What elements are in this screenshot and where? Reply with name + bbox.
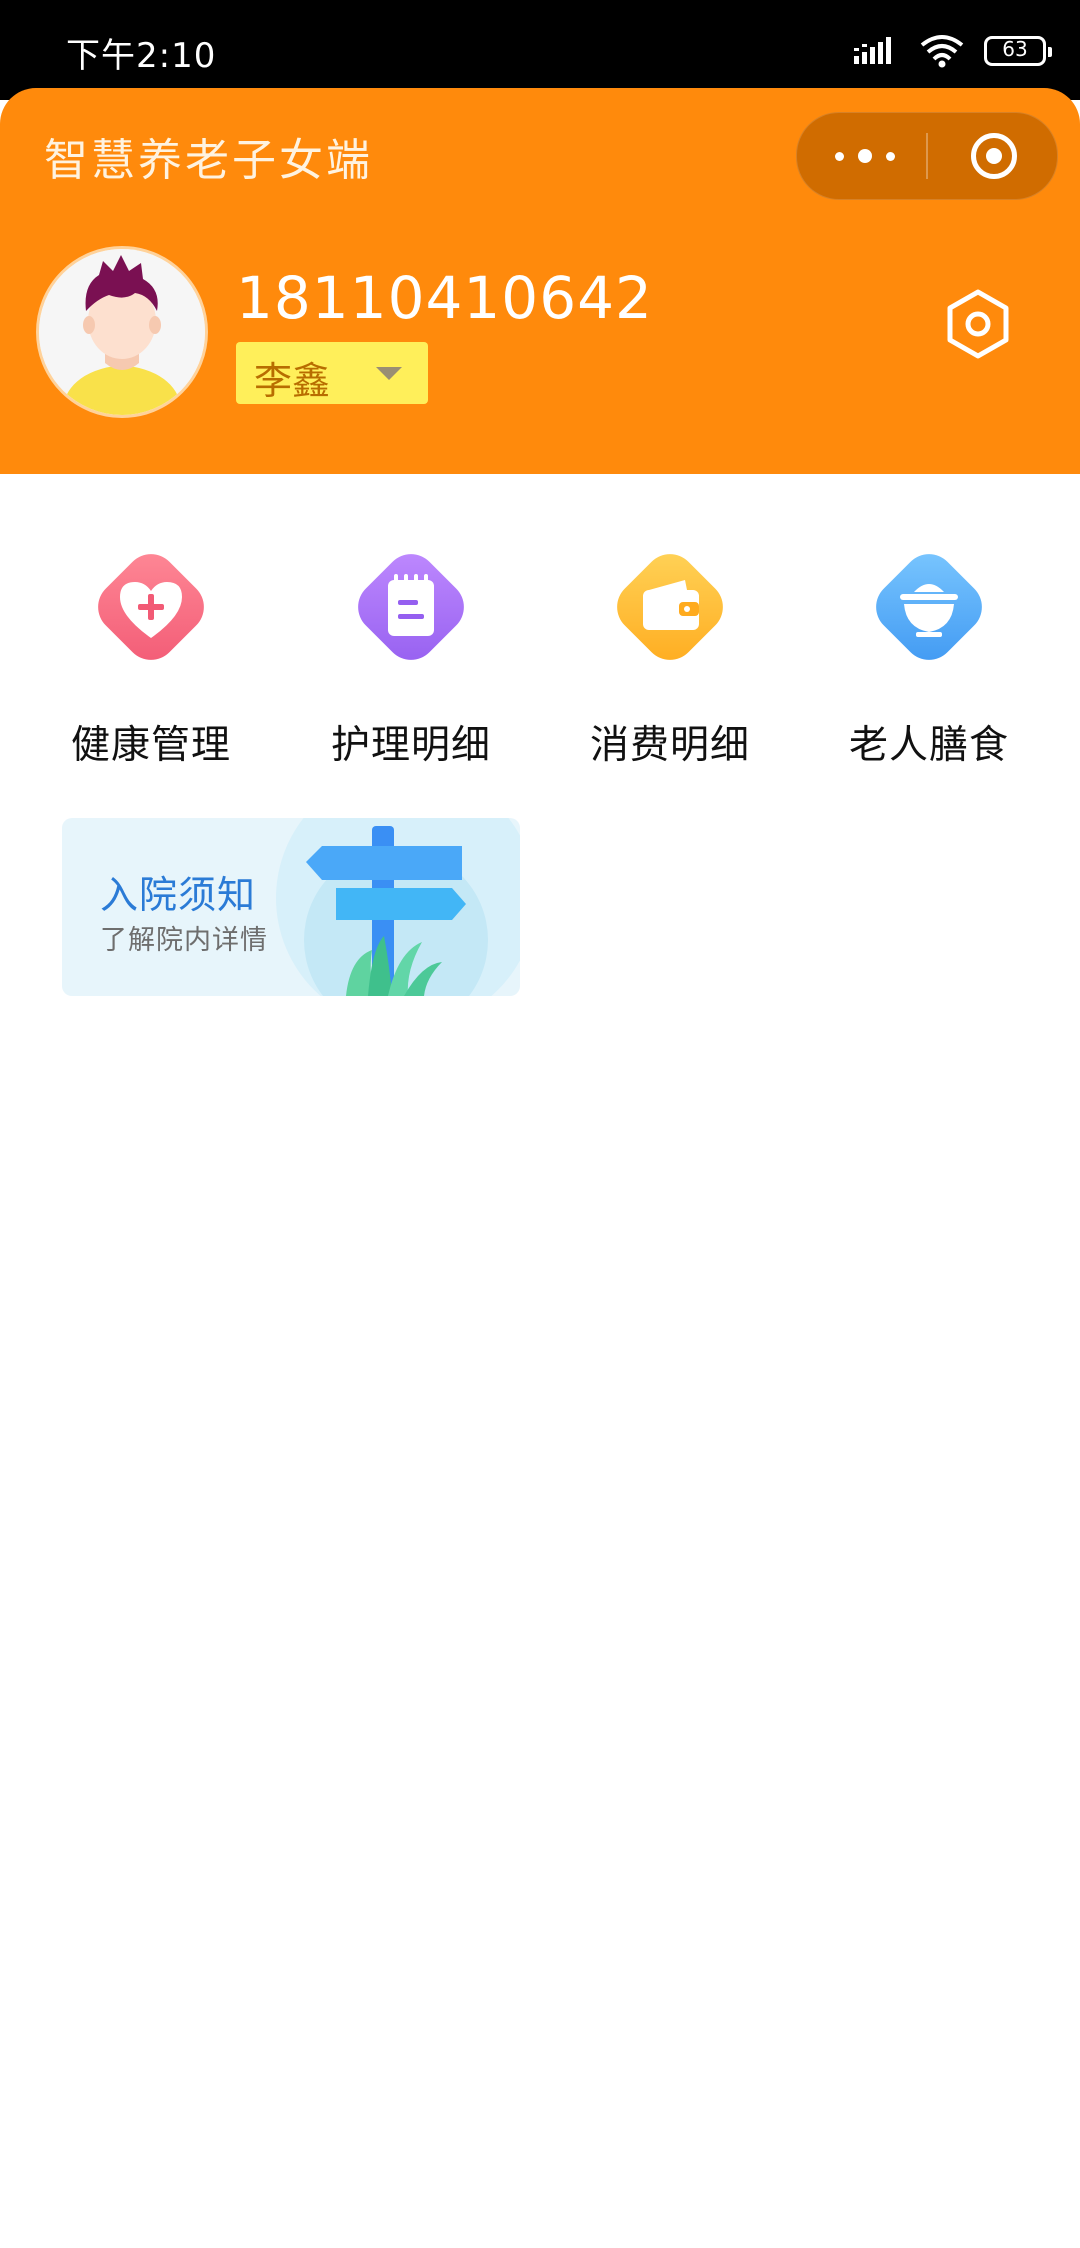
health-heart-icon bbox=[98, 554, 204, 660]
meal-bowl-icon bbox=[876, 554, 982, 660]
banner-title: 入院须知 bbox=[100, 873, 257, 917]
menu-item-consumption[interactable]: 消费明细 bbox=[560, 520, 780, 770]
menu-item-health[interactable]: 健康管理 bbox=[41, 520, 261, 770]
page: 下午2:10 63 智慧养老子女端 18110410642 李鑫 健康管理 护理… bbox=[0, 0, 1080, 2248]
wallet-icon bbox=[617, 554, 723, 660]
hexagon-settings-icon[interactable] bbox=[942, 286, 1014, 362]
menu-label: 护理明细 bbox=[330, 723, 491, 768]
menu-label: 健康管理 bbox=[70, 723, 231, 768]
miniprogram-capsule bbox=[796, 112, 1058, 200]
menu-item-meal[interactable]: 老人膳食 bbox=[819, 520, 1039, 770]
quick-menu: 健康管理 护理明细 消费明细 老人膳食 bbox=[0, 520, 1080, 770]
status-time: 下午2:10 bbox=[66, 36, 217, 76]
status-bar: 下午2:10 63 bbox=[0, 0, 1080, 100]
elder-select[interactable]: 李鑫 bbox=[236, 342, 428, 404]
menu-item-nursing[interactable]: 护理明细 bbox=[301, 520, 521, 770]
profile-header: 智慧养老子女端 18110410642 李鑫 bbox=[0, 88, 1080, 474]
signpost-icon bbox=[276, 818, 520, 996]
menu-label: 消费明细 bbox=[589, 723, 750, 768]
battery-level: 63 bbox=[1002, 37, 1028, 61]
nursing-notepad-icon bbox=[358, 554, 464, 660]
status-icons: 63 bbox=[854, 30, 1052, 72]
caret-down-icon bbox=[376, 367, 402, 380]
user-phone: 18110410642 bbox=[236, 264, 653, 332]
signal-icon bbox=[854, 37, 891, 64]
app-title: 智慧养老子女端 bbox=[44, 135, 373, 186]
capsule-divider bbox=[926, 133, 928, 179]
avatar-illustration bbox=[39, 249, 205, 415]
menu-label: 老人膳食 bbox=[848, 723, 1009, 768]
more-icon[interactable] bbox=[835, 143, 895, 169]
close-target-icon[interactable] bbox=[971, 133, 1017, 179]
admission-notice-banner[interactable]: 入院须知 了解院内详情 bbox=[62, 818, 520, 996]
battery-icon: 63 bbox=[984, 36, 1052, 66]
avatar[interactable] bbox=[36, 246, 208, 418]
elder-name: 李鑫 bbox=[254, 359, 331, 403]
banner-subtitle: 了解院内详情 bbox=[100, 925, 268, 956]
wifi-icon bbox=[920, 35, 964, 68]
